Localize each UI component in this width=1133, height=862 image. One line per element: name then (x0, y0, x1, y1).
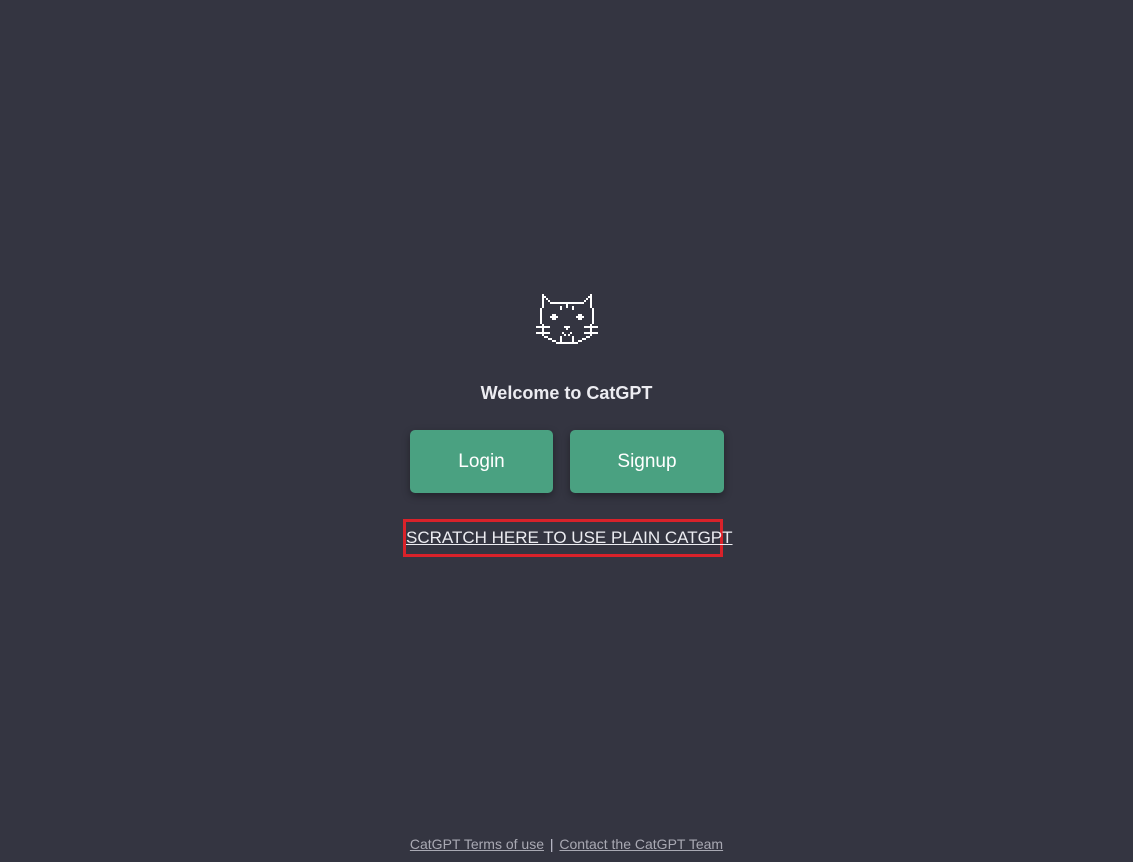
scratch-plain-catgpt-link[interactable]: SCRATCH HERE TO USE PLAIN CATGPT (406, 522, 733, 554)
scratch-link-highlight: SCRATCH HERE TO USE PLAIN CATGPT (403, 519, 733, 557)
footer-separator: | (549, 836, 554, 852)
welcome-heading: Welcome to CatGPT (480, 383, 653, 403)
contact-team-link[interactable]: Contact the CatGPT Team (559, 836, 723, 852)
welcome-page: Welcome to CatGPT Login Signup SCRATCH H… (0, 0, 1133, 862)
terms-of-use-link[interactable]: CatGPT Terms of use (410, 836, 544, 852)
login-button[interactable]: Login (410, 430, 553, 493)
footer: CatGPT Terms of use | Contact the CatGPT… (0, 836, 1133, 852)
pixel-cat-icon (536, 294, 598, 344)
signup-button[interactable]: Signup (570, 430, 724, 493)
